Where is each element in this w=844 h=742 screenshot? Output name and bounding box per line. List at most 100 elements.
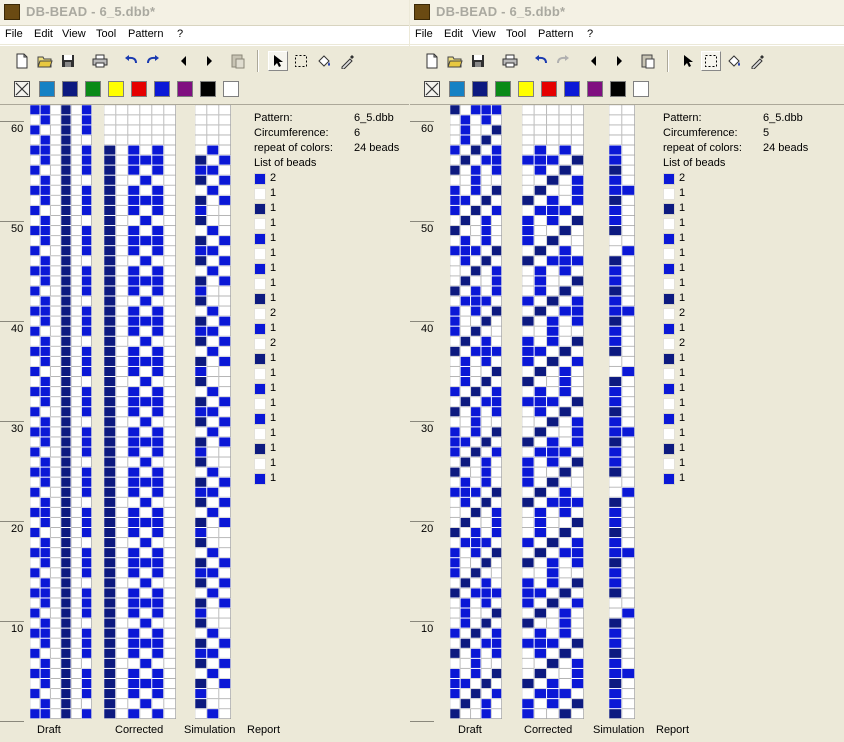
menu-help[interactable]: ? [177,28,183,40]
simulation-grid[interactable] [609,105,635,719]
menu-pattern[interactable]: Pattern [538,28,573,40]
menu-tool[interactable]: Tool [506,28,526,40]
swatch-light-blue[interactable] [449,81,465,97]
bead-cell [104,215,116,226]
draft-grid[interactable] [450,105,502,719]
bead-cell [81,124,92,135]
bead-cell [480,346,492,357]
bead-cell [127,185,140,196]
eyedropper-icon[interactable] [338,51,358,71]
swatch-navy[interactable] [472,81,488,97]
redo-icon[interactable] [143,51,163,71]
swatch-white[interactable] [633,81,649,97]
bead-cell [104,457,116,468]
menu-help[interactable]: ? [587,28,593,40]
undo-icon[interactable] [531,51,551,71]
bead-cell [491,497,502,508]
fill-icon[interactable] [314,51,334,71]
menu-file[interactable]: File [415,28,433,40]
corrected-grid[interactable] [104,105,176,719]
arrow-right-icon[interactable] [199,51,219,71]
menu-file[interactable]: File [5,28,23,40]
print-icon[interactable] [90,51,110,71]
bead-color-swatch [254,413,266,425]
bead-cell [104,668,116,679]
bead-cell [195,296,207,307]
bead-cell [40,426,51,437]
menu-edit[interactable]: Edit [34,28,53,40]
select-rect-icon[interactable] [701,51,721,71]
bead-cell [81,105,92,115]
draft-grid[interactable] [30,105,92,719]
swatch-purple[interactable] [177,81,193,97]
swatch-yellow[interactable] [518,81,534,97]
bead-cell [115,326,128,337]
bead-cell [522,457,535,468]
bead-cell [534,316,547,327]
menu-tool[interactable]: Tool [96,28,116,40]
bead-count: 1 [679,187,686,199]
bead-cell [480,527,492,538]
save-icon[interactable] [468,51,488,71]
bead-cell [115,567,128,578]
swatch-red[interactable] [541,81,557,97]
bead-list-item: 1 [254,216,404,231]
swatch-green[interactable] [495,81,511,97]
bead-cell [206,145,219,156]
paste-icon[interactable] [228,51,248,71]
no-color-swatch[interactable] [14,81,30,97]
swatch-red[interactable] [131,81,147,97]
bead-cell [81,326,92,337]
open-icon[interactable] [35,51,55,71]
bead-cell [50,124,61,135]
swatch-yellow[interactable] [108,81,124,97]
bead-cell [558,336,572,347]
print-icon[interactable] [500,51,520,71]
menu-pattern[interactable]: Pattern [128,28,163,40]
swatch-blue[interactable] [564,81,580,97]
bead-cell [71,124,82,135]
bead-cell [609,658,622,669]
open-icon[interactable] [445,51,465,71]
bead-list-item: 1 [663,186,833,201]
bead-cell [195,406,207,417]
menu-edit[interactable]: Edit [444,28,463,40]
undo-icon[interactable] [121,51,141,71]
swatch-navy[interactable] [62,81,78,97]
swatch-light-blue[interactable] [39,81,55,97]
swatch-white[interactable] [223,81,239,97]
bead-cell [139,195,152,206]
bead-cell [522,245,535,256]
pointer-icon[interactable] [268,51,288,71]
pointer-icon[interactable] [678,51,698,71]
label-report: Report [656,724,690,736]
arrow-right-icon[interactable] [609,51,629,71]
menu-view[interactable]: View [472,28,496,40]
bead-cell [558,205,572,216]
no-color-swatch[interactable] [424,81,440,97]
swatch-blue[interactable] [154,81,170,97]
select-rect-icon[interactable] [291,51,311,71]
simulation-grid[interactable] [195,105,231,719]
eyedropper-icon[interactable] [748,51,768,71]
swatch-black[interactable] [200,81,216,97]
swatch-black[interactable] [610,81,626,97]
fill-icon[interactable] [724,51,744,71]
swatch-purple[interactable] [587,81,603,97]
bead-cell [40,587,51,598]
title-bar[interactable]: DB-BEAD - 6_5.dbb* [410,0,844,26]
redo-icon[interactable] [553,51,573,71]
corrected-grid[interactable] [522,105,584,719]
bead-cell [40,265,51,276]
bead-cell [609,326,622,337]
title-bar[interactable]: DB-BEAD - 6_5.dbb* [0,0,409,26]
arrow-left-icon[interactable] [174,51,194,71]
save-icon[interactable] [58,51,78,71]
bead-cell [151,195,164,206]
arrow-left-icon[interactable] [584,51,604,71]
menu-view[interactable]: View [62,28,86,40]
new-icon[interactable] [422,51,442,71]
new-icon[interactable] [12,51,32,71]
swatch-green[interactable] [85,81,101,97]
paste-icon[interactable] [638,51,658,71]
